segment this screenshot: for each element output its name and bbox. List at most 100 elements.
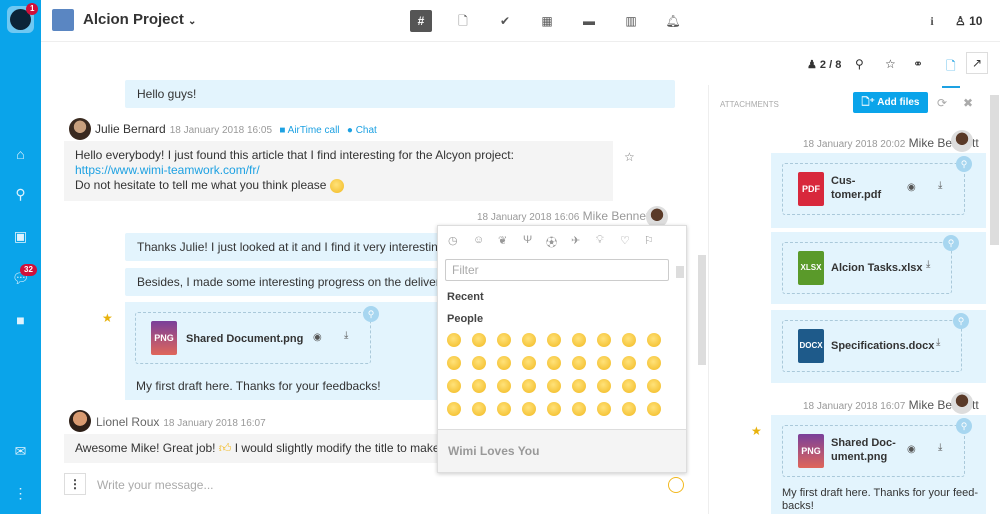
emoji-option[interactable] [572, 379, 586, 393]
emoji-filter-input[interactable]: Filter [445, 259, 669, 281]
nature-category-icon[interactable]: ❦ [498, 234, 507, 247]
emoji-option[interactable] [447, 402, 461, 416]
file-card[interactable]: PDF Cus-tomer.pdf ◉ ⤓ [782, 163, 965, 215]
download-icon[interactable]: ⤓ [936, 337, 940, 348]
emoji-option[interactable] [647, 379, 661, 393]
emoji-option[interactable] [522, 333, 536, 347]
emoji-option[interactable] [622, 402, 636, 416]
link-icon[interactable]: ⚭ [913, 57, 923, 71]
recent-category-icon[interactable]: ◷ [448, 234, 458, 247]
tab-channel[interactable]: # [410, 10, 432, 32]
emoji-option[interactable] [547, 402, 561, 416]
download-icon[interactable]: ⤓ [938, 442, 942, 453]
home-icon[interactable]: ⌂ [0, 146, 41, 162]
emoji-option[interactable] [572, 402, 586, 416]
emoji-option[interactable] [622, 333, 636, 347]
search-icon[interactable]: ⚲ [0, 186, 41, 203]
emoji-option[interactable] [547, 333, 561, 347]
search-icon[interactable]: ⚲ [855, 57, 864, 71]
bell-icon[interactable]: 🔔︎ [662, 10, 684, 32]
emoji-option[interactable] [472, 333, 486, 347]
star-icon[interactable]: ☆ [624, 150, 635, 164]
eye-icon[interactable]: ◉ [313, 332, 322, 343]
avatar [69, 410, 91, 432]
add-files-button[interactable]: 🗋︎⁺ Add files [853, 92, 928, 113]
refresh-icon[interactable]: ⟳ [937, 96, 947, 110]
picker-scrollbar[interactable] [676, 266, 684, 278]
emoji-option[interactable] [522, 402, 536, 416]
file-icon[interactable]: 🗋︎ [452, 10, 474, 32]
people-category-icon[interactable]: ☺ [473, 234, 484, 246]
emoji-option[interactable] [597, 379, 611, 393]
briefcase-icon[interactable]: ▬ [578, 10, 600, 32]
message-input[interactable]: Write your message... [97, 478, 657, 492]
emoji-option[interactable] [497, 379, 511, 393]
emoji-option[interactable] [522, 379, 536, 393]
emoji-option[interactable] [497, 402, 511, 416]
emoji-option[interactable] [597, 402, 611, 416]
emoji-option[interactable] [572, 356, 586, 370]
download-icon[interactable]: ⤓ [938, 180, 942, 191]
close-icon[interactable]: ✖ [963, 96, 973, 110]
paperclip-icon: ⚲ [943, 235, 959, 251]
attachments-scrollbar[interactable] [990, 95, 999, 245]
members-button[interactable]: ♙ 10 [955, 14, 982, 28]
emoji-option[interactable] [597, 356, 611, 370]
emoji-option[interactable] [647, 402, 661, 416]
chevron-down-icon: ⌄ [188, 16, 197, 27]
star-icon[interactable]: ☆ [885, 57, 896, 71]
file-card[interactable]: PNG Shared Doc-ument.png ◉ ⤓ [782, 425, 965, 477]
mail-icon[interactable]: ✉ [0, 443, 41, 460]
eye-icon[interactable]: ◉ [907, 182, 916, 193]
more-icon[interactable]: ⋮ [0, 485, 41, 502]
emoji-option[interactable] [597, 333, 611, 347]
info-button[interactable]: i [921, 10, 943, 32]
message-link[interactable]: https://www.wimi-teamwork.com/fr/ [75, 163, 602, 178]
picker-footer-text: Wimi Loves You [448, 444, 540, 458]
activity-category-icon[interactable]: ⚽︎ [546, 234, 557, 250]
starred-icon: ★ [102, 311, 113, 325]
food-category-icon[interactable]: Ψ [523, 234, 532, 246]
flags-category-icon[interactable]: ⚐ [644, 234, 654, 247]
emoji-option[interactable] [447, 333, 461, 347]
emoji-option[interactable] [497, 356, 511, 370]
file-card[interactable]: DOCX Specifications.docx ⤓ [782, 320, 962, 372]
emoji-option[interactable] [622, 356, 636, 370]
emoji-option[interactable] [472, 356, 486, 370]
emoji-option[interactable] [547, 379, 561, 393]
download-icon[interactable]: ⤓ [926, 259, 930, 270]
file-card[interactable]: PNG Shared Document.png ◉ ⤓ [135, 312, 371, 364]
airtime-call-link[interactable]: ■ AirTime call [279, 125, 339, 136]
open-external-icon[interactable]: ↗ [966, 52, 988, 74]
emoji-option[interactable] [447, 356, 461, 370]
contacts-icon[interactable]: ▣ [0, 228, 41, 245]
download-icon[interactable]: ⤓ [344, 330, 348, 341]
objects-category-icon[interactable]: 💡︎ [596, 234, 604, 247]
file-card[interactable]: XLSX Alcion Tasks.xlsx ⤓ [782, 242, 952, 294]
emoji-option[interactable] [647, 333, 661, 347]
attachments-tab[interactable]: 🗋︎ [942, 57, 960, 88]
emoji-option[interactable] [547, 356, 561, 370]
calendar-icon[interactable]: ▦ [536, 10, 558, 32]
check-icon[interactable]: ✔ [494, 10, 516, 32]
emoji-option[interactable] [572, 333, 586, 347]
emoji-option[interactable] [497, 333, 511, 347]
emoji-option[interactable] [447, 379, 461, 393]
chart-icon[interactable]: ▥ [620, 10, 642, 32]
emoji-option[interactable] [622, 379, 636, 393]
emoji-option[interactable] [472, 402, 486, 416]
emoji-option[interactable] [472, 379, 486, 393]
project-selector[interactable]: Alcion Project ⌄ [83, 11, 196, 28]
recent-heading: Recent [447, 291, 484, 303]
chat-link[interactable]: ● Chat [347, 125, 377, 136]
video-icon[interactable]: ■ [0, 312, 41, 328]
symbols-category-icon[interactable]: ♡ [620, 234, 630, 247]
emoji-button[interactable] [668, 477, 684, 493]
travel-category-icon[interactable]: ✈︎ [571, 234, 580, 247]
eye-icon[interactable]: ◉ [907, 444, 916, 455]
emoji-option[interactable] [522, 356, 536, 370]
emoji-option[interactable] [647, 356, 661, 370]
wink-emoji [329, 178, 344, 193]
chat-scrollbar[interactable] [698, 255, 706, 365]
more-options-button[interactable]: ⋮ [64, 473, 86, 495]
